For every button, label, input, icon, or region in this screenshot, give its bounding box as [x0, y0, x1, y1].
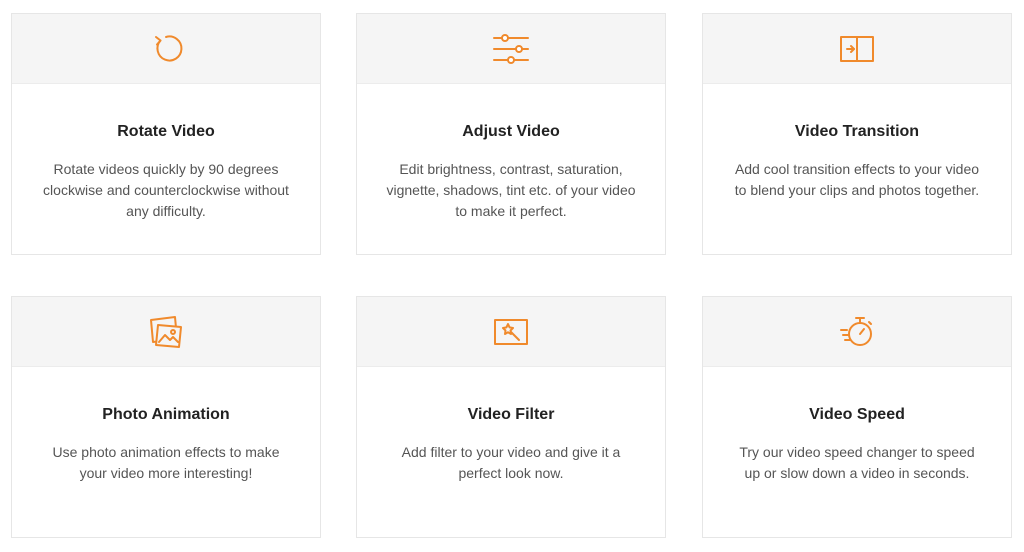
- feature-description: Use photo animation effects to make your…: [52, 444, 280, 481]
- photo-animation-icon: [150, 315, 182, 348]
- feature-title: Video Speed: [809, 406, 905, 423]
- feature-card-rotate-video[interactable]: Rotate Video Rotate videos quickly by 90…: [11, 13, 321, 255]
- card-icon-area: [12, 14, 320, 84]
- feature-title: Rotate Video: [117, 123, 215, 140]
- transition-icon: [840, 35, 874, 62]
- feature-description: Add cool transition effects to your vide…: [734, 161, 980, 198]
- card-icon-area: [357, 14, 665, 84]
- feature-title: Photo Animation: [102, 406, 230, 423]
- card-icon-area: [703, 297, 1011, 367]
- magic-filter-icon: [494, 318, 528, 345]
- feature-title: Adjust Video: [462, 123, 560, 140]
- feature-description: Rotate videos quickly by 90 degrees cloc…: [43, 161, 289, 219]
- feature-card-video-filter[interactable]: Video Filter Add filter to your video an…: [356, 296, 666, 538]
- feature-description: Try our video speed changer to speed up …: [739, 444, 975, 481]
- feature-title: Video Transition: [794, 123, 920, 140]
- feature-description: Edit brightness, contrast, saturation, v…: [386, 161, 636, 219]
- stopwatch-speed-icon: [840, 316, 872, 346]
- feature-card-photo-animation[interactable]: Photo Animation Use photo animation effe…: [11, 296, 321, 538]
- card-icon-area: [703, 14, 1011, 84]
- feature-card-video-transition[interactable]: Video Transition Add cool transition eff…: [702, 13, 1012, 255]
- feature-title: Video Filter: [467, 406, 555, 423]
- sliders-icon: [493, 33, 529, 64]
- feature-card-adjust-video[interactable]: Adjust Video Edit brightness, contrast, …: [356, 13, 666, 255]
- feature-card-video-speed[interactable]: Video Speed Try our video speed changer …: [702, 296, 1012, 538]
- rotate-icon: [155, 35, 183, 61]
- feature-grid: Rotate Video Rotate videos quickly by 90…: [0, 0, 1024, 552]
- card-icon-area: [12, 297, 320, 367]
- card-icon-area: [357, 297, 665, 367]
- feature-description: Add filter to your video and give it a p…: [401, 444, 621, 481]
